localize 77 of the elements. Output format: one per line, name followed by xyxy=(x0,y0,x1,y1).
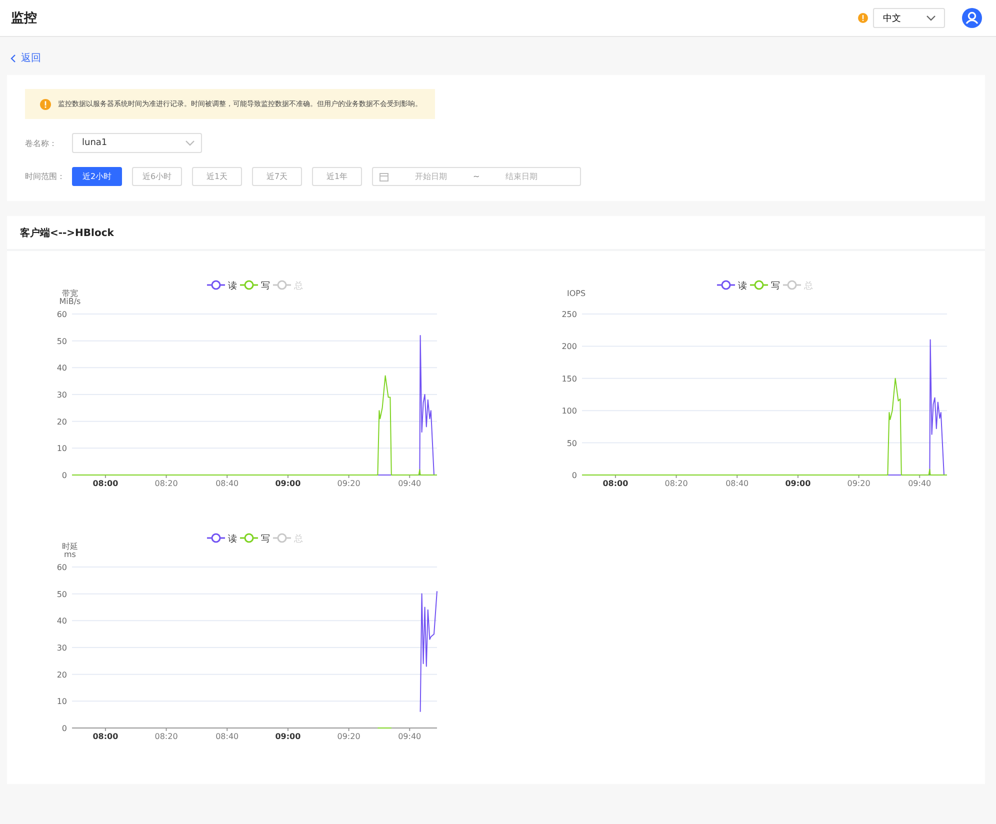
x-tick-label: 08:20 xyxy=(664,479,688,488)
x-tick-label: 08:00 xyxy=(92,732,118,741)
x-tick-label: 09:20 xyxy=(337,479,360,488)
back-link[interactable]: 返回 xyxy=(0,37,996,65)
chevron-down-icon xyxy=(926,15,936,21)
x-tick-label: 08:40 xyxy=(726,479,749,488)
volume-select[interactable]: luna1 xyxy=(72,133,202,153)
y-tick-label: 50 xyxy=(56,590,67,599)
y-tick-label: 60 xyxy=(56,310,67,319)
y-tick-label: 20 xyxy=(56,670,67,680)
x-tick-label: 09:00 xyxy=(275,732,301,741)
range-separator: ~ xyxy=(473,172,480,181)
y-tick-label: 0 xyxy=(62,471,67,480)
legend-item[interactable]: 写 xyxy=(240,280,270,292)
start-date-input[interactable]: 开始日期 xyxy=(389,171,473,182)
y-tick-label: 30 xyxy=(56,644,67,652)
axis-unit: ms xyxy=(64,550,76,559)
x-tick-label: 08:20 xyxy=(154,732,178,741)
y-tick-label: 50 xyxy=(56,336,67,346)
section-title: 客户端<-->HBlock xyxy=(20,226,114,240)
y-tick-label: 200 xyxy=(562,342,577,352)
language-select[interactable]: 中文 xyxy=(873,8,945,28)
y-tick-label: 0 xyxy=(572,471,577,480)
x-tick-label: 09:40 xyxy=(398,732,422,741)
x-tick-label: 09:20 xyxy=(337,732,360,741)
x-tick-label: 08:20 xyxy=(154,479,178,488)
volume-label: 卷名称： xyxy=(25,138,58,148)
axis-unit: MiB/s xyxy=(59,297,81,306)
time-range-label: 时间范围： xyxy=(25,171,66,182)
legend-item[interactable]: 读 xyxy=(717,280,747,292)
legend-label: 读 xyxy=(228,534,237,544)
x-tick-label: 09:20 xyxy=(847,479,870,488)
time-range-button[interactable]: 近1年 xyxy=(312,167,362,186)
end-date-input[interactable]: 结束日期 xyxy=(480,171,564,182)
y-tick-label: 40 xyxy=(56,616,67,626)
y-tick-label: 150 xyxy=(562,374,577,384)
calendar-icon xyxy=(379,172,389,182)
page-title: 监控 xyxy=(11,10,37,27)
legend-item[interactable]: 读 xyxy=(207,533,237,544)
x-tick-label: 08:40 xyxy=(216,479,239,488)
chevron-down-icon xyxy=(185,140,195,146)
x-tick-label: 09:40 xyxy=(398,479,422,488)
x-tick-label: 09:00 xyxy=(785,479,811,488)
legend-item[interactable]: 读 xyxy=(207,280,237,292)
date-range-field[interactable]: 开始日期 ~ 结束日期 xyxy=(372,167,581,186)
y-tick-label: 20 xyxy=(56,417,67,426)
y-tick-label: 10 xyxy=(56,444,67,454)
time-range-button[interactable]: 近1天 xyxy=(192,167,242,186)
legend-label: 写 xyxy=(261,534,270,544)
legend-item[interactable]: 写 xyxy=(240,533,270,544)
legend-label: 写 xyxy=(771,280,780,292)
y-tick-label: 60 xyxy=(56,563,67,572)
x-tick-label: 09:00 xyxy=(275,479,301,488)
legend-item[interactable]: 写 xyxy=(750,280,780,292)
axis-title: 带宽 xyxy=(62,289,78,298)
y-tick-label: 0 xyxy=(62,724,67,733)
time-range-button[interactable]: 近6小时 xyxy=(132,167,182,186)
time-range-button[interactable]: 近2小时 xyxy=(72,167,122,186)
user-avatar-icon[interactable] xyxy=(962,8,982,28)
x-tick-label: 08:40 xyxy=(216,732,239,741)
time-range-button[interactable]: 近7天 xyxy=(252,167,302,186)
y-tick-label: 50 xyxy=(566,438,577,448)
x-tick-label: 08:00 xyxy=(92,479,118,488)
axis-title: 时延 xyxy=(62,542,78,551)
y-tick-label: 40 xyxy=(56,364,67,373)
warning-icon xyxy=(40,98,51,110)
axis-title: IOPS xyxy=(567,289,586,298)
legend-label: 写 xyxy=(261,280,270,292)
x-tick-label: 09:40 xyxy=(908,479,932,488)
y-tick-label: 100 xyxy=(562,406,577,416)
y-tick-label: 10 xyxy=(56,697,67,706)
y-tick-label: 30 xyxy=(56,390,67,400)
y-tick-label: 250 xyxy=(562,310,577,319)
legend-label: 读 xyxy=(228,280,237,292)
legend-label: 读 xyxy=(738,280,747,292)
x-tick-label: 08:00 xyxy=(602,479,628,488)
chevron-left-icon xyxy=(10,54,16,62)
